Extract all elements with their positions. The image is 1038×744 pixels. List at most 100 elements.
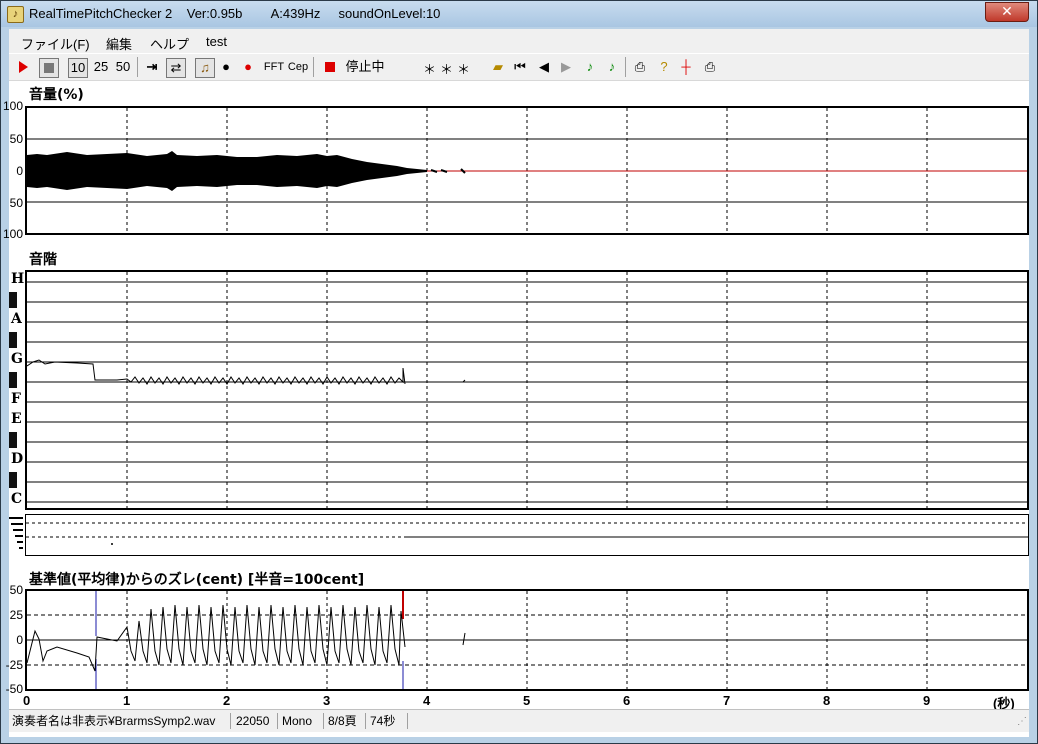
toolbar-separator (313, 57, 314, 77)
speed-10-button[interactable]: 10 (68, 58, 88, 78)
app-window: ♪ RealTimePitchChecker 2 Ver:0.95b A:439… (0, 0, 1038, 744)
loop-icon: ⇄ (170, 60, 182, 75)
x-tick: 3 (323, 693, 331, 708)
volume-ytick: 50 (9, 196, 23, 210)
scale-plot[interactable] (25, 270, 1029, 510)
record-icon (325, 62, 335, 72)
help-button[interactable]: ? (655, 58, 673, 76)
print-icon: ⎙ (634, 59, 646, 74)
client-area: ファイル(F) 編集 ヘルプ test 10 25 50 ⇥ ⇄ ♫ ● ● F… (3, 29, 1029, 737)
black-key (9, 472, 17, 488)
note-label-g: G (11, 351, 23, 367)
note-label-d: D (11, 451, 24, 467)
menu-bar: ファイル(F) 編集 ヘルプ test (9, 29, 1029, 53)
open-file-button[interactable]: ▰ (489, 58, 507, 76)
stop-icon (44, 63, 54, 73)
first-icon: ⏮ (514, 59, 526, 74)
menu-file[interactable]: ファイル(F) (21, 34, 90, 53)
x-tick: 9 (923, 693, 931, 708)
note2-button[interactable]: ♪ (603, 58, 621, 76)
menu-test[interactable]: test (206, 34, 227, 49)
note-display: ＊＊＊ (393, 57, 488, 77)
volume-ytick: 0 (16, 164, 23, 178)
toolbar: 10 25 50 ⇥ ⇄ ♫ ● ● FFT Cep 停止中 ＊＊＊ ▰ ⏮ ◀… (9, 54, 1029, 81)
open-folder-icon: ▰ (493, 59, 503, 74)
jump-end-button[interactable]: ⇥ (143, 58, 161, 76)
volume-ytick: 50 (9, 132, 23, 146)
play-button[interactable] (15, 58, 33, 76)
note-icon: ♪ (586, 59, 594, 74)
next-button[interactable]: ▶ (557, 58, 575, 76)
deviation-plot[interactable] (25, 589, 1029, 691)
black-key (9, 332, 17, 348)
pitch-strip-lines (26, 522, 1028, 545)
black-key (9, 432, 17, 448)
x-tick: 6 (623, 693, 631, 708)
volume-waveform (27, 108, 1027, 233)
volume-label: 音量(%) (29, 87, 84, 103)
deviation-ytick: 50 (9, 583, 23, 597)
toolbar-separator (625, 57, 626, 77)
first-button[interactable]: ⏮ (511, 58, 529, 76)
marker-icon: ┼ (681, 59, 691, 74)
prev-icon: ◀ (539, 59, 549, 74)
note2-icon: ♪ (608, 59, 616, 74)
violin-button[interactable]: ♫ (195, 58, 215, 78)
strip-dots (9, 517, 23, 549)
note-display-text: ＊＊＊ (423, 62, 475, 77)
scale-staff (27, 272, 1027, 508)
play-icon (19, 61, 28, 73)
volume-plot[interactable] (25, 106, 1029, 235)
violin-icon: ♫ (200, 60, 210, 75)
deviation-ytick: 0 (16, 633, 23, 647)
status-page: 8/8頁 (325, 713, 366, 729)
record-button[interactable] (321, 58, 339, 76)
person-red-button[interactable]: ● (240, 58, 256, 76)
x-tick: 7 (723, 693, 731, 708)
person-button[interactable]: ● (218, 58, 234, 76)
printer-button[interactable]: ⎙ (701, 58, 719, 76)
x-tick: 1 (123, 693, 131, 708)
deviation-label: 基準値(平均律)からのズレ(cent) [半音=100cent] (29, 572, 365, 588)
jump-end-icon: ⇥ (146, 59, 158, 74)
next-icon: ▶ (561, 59, 571, 74)
deviation-curve (27, 591, 1027, 689)
print-button[interactable]: ⎙ (631, 58, 649, 76)
x-tick: 8 (823, 693, 831, 708)
status-bar: 演奏者名は非表示¥BrarmsSymp2.wav 22050 Mono 8/8頁… (9, 709, 1029, 732)
black-key (9, 292, 17, 308)
prev-button[interactable]: ◀ (535, 58, 553, 76)
note-label-e: E (11, 411, 22, 427)
black-key (9, 372, 17, 388)
menu-help[interactable]: ヘルプ (150, 34, 189, 53)
note-label-h: H (11, 271, 25, 287)
x-tick: 0 (23, 693, 31, 708)
x-tick: 5 (523, 693, 531, 708)
stop-button[interactable] (39, 58, 59, 78)
x-tick: 4 (423, 693, 431, 708)
speed-25-button[interactable]: 25 (91, 58, 111, 76)
fft-button[interactable]: FFT (263, 58, 285, 76)
cep-button[interactable]: Cep (287, 58, 309, 76)
note-button[interactable]: ♪ (581, 58, 599, 76)
speed-50-button[interactable]: 50 (113, 58, 133, 76)
deviation-ytick: -25 (5, 658, 23, 672)
marker-button[interactable]: ┼ (677, 58, 695, 76)
deviation-ytick: 25 (9, 608, 23, 622)
status-file: 演奏者名は非表示¥BrarmsSymp2.wav (9, 713, 231, 729)
note-label-a: A (11, 311, 22, 327)
title-bar[interactable]: ♪ RealTimePitchChecker 2 Ver:0.95b A:439… (1, 1, 1037, 27)
help-icon: ? (660, 59, 668, 74)
menu-edit[interactable]: 編集 (106, 34, 132, 53)
scale-note-column: H A G F E D C (9, 270, 25, 510)
scale-label: 音階 (29, 252, 57, 268)
resize-grip-icon[interactable]: ⋰ (1017, 716, 1027, 727)
loop-button[interactable]: ⇄ (166, 58, 186, 78)
volume-ytick: 100 (3, 227, 24, 241)
person-icon: ● (222, 59, 230, 74)
printer-icon: ⎙ (704, 59, 716, 74)
window-title: RealTimePitchChecker 2 Ver:0.95b A:439Hz… (29, 6, 441, 21)
close-button[interactable]: ✕ (985, 2, 1029, 22)
x-tick: 2 (223, 693, 231, 708)
status-rate: 22050 (233, 713, 278, 729)
